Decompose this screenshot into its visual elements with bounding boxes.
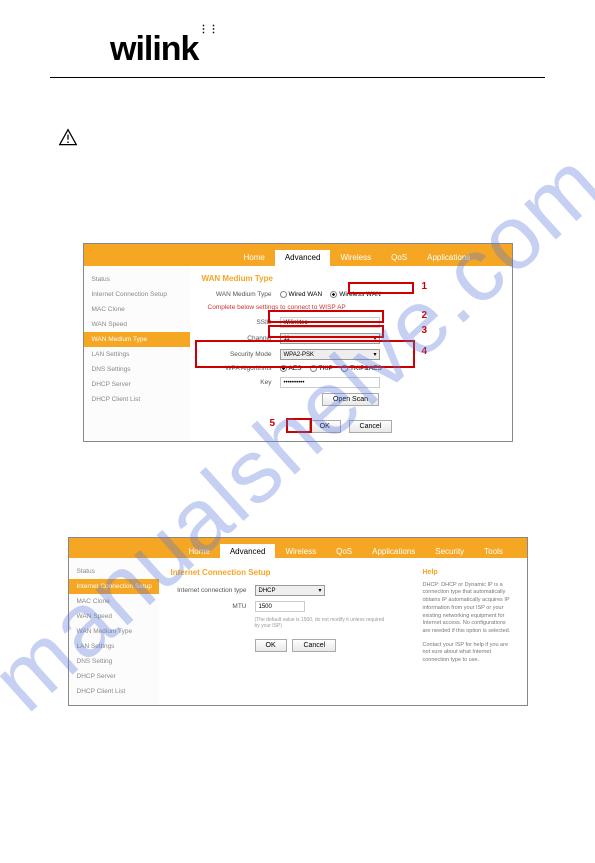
help-title: Help: [423, 568, 515, 578]
sb2-dns[interactable]: DNS Setting: [69, 654, 159, 669]
sidebar-item-lan[interactable]: LAN Settings: [84, 347, 190, 362]
help-panel: Help DHCP: DHCP or Dynamic IP is a conne…: [423, 568, 515, 695]
tab2-advanced[interactable]: Advanced: [220, 544, 276, 558]
label-key: Key: [202, 379, 280, 386]
sb2-ics[interactable]: Internet Connection Setup: [69, 579, 159, 594]
radio-aes-label: AES: [289, 365, 302, 372]
tab-home[interactable]: Home: [234, 250, 275, 266]
tab-wireless[interactable]: Wireless: [330, 250, 381, 266]
input-key[interactable]: ••••••••••: [280, 377, 380, 388]
radio-tkipaes[interactable]: TKIP&AES: [341, 365, 382, 372]
tab2-qos[interactable]: QoS: [326, 544, 362, 558]
select-channel[interactable]: 11: [280, 333, 380, 344]
complete-note: Complete below settings to connect to WI…: [208, 304, 500, 311]
sb2-dhcpclient[interactable]: DHCP Client List: [69, 684, 159, 699]
callout-num-4: 4: [422, 346, 428, 357]
radio-tkipaes-label: TKIP&AES: [350, 365, 382, 372]
tab-advanced[interactable]: Advanced: [275, 250, 331, 266]
label-conn-type: Internet connection type: [171, 587, 255, 594]
cancel-button[interactable]: Cancel: [349, 420, 393, 433]
sb2-dhcpserver[interactable]: DHCP Server: [69, 669, 159, 684]
panel-title: WAN Medium Type: [202, 274, 500, 283]
callout-num-1: 1: [422, 281, 428, 292]
input-mtu[interactable]: 1500: [255, 601, 305, 612]
cancel2-button[interactable]: Cancel: [292, 639, 336, 652]
sidebar: Status Internet Connection Setup MAC Clo…: [84, 266, 190, 441]
input-ssid[interactable]: Wilinktec: [280, 317, 380, 328]
sb2-status[interactable]: Status: [69, 564, 159, 579]
ok-button[interactable]: OK: [309, 420, 341, 433]
sidebar-item-wanmedium[interactable]: WAN Medium Type: [84, 332, 190, 347]
page-header: wilink: [50, 0, 545, 78]
label-wan-medium: WAN Medium Type: [202, 291, 280, 298]
radio-wired[interactable]: Wired WAN: [280, 291, 323, 298]
main-panel: WAN Medium Type WAN Medium Type Wired WA…: [190, 266, 512, 441]
callout-num-5: 5: [270, 418, 276, 429]
sidebar-item-wanspeed[interactable]: WAN Speed: [84, 317, 190, 332]
sidebar-item-status[interactable]: Status: [84, 272, 190, 287]
radio-wireless-label: Wireless WAN: [339, 291, 381, 298]
sb2-lan[interactable]: LAN Settings: [69, 639, 159, 654]
tab2-security[interactable]: Security: [425, 544, 474, 558]
sidebar-item-ics[interactable]: Internet Connection Setup: [84, 287, 190, 302]
sb2-wanspeed[interactable]: WAN Speed: [69, 609, 159, 624]
select-security[interactable]: WPA2-PSK: [280, 349, 380, 360]
select-conn-type[interactable]: DHCP: [255, 585, 325, 596]
label-mtu: MTU: [171, 603, 255, 610]
logo-text: wilink: [110, 30, 485, 69]
screenshot-wan-medium: Home Advanced Wireless QoS Applications …: [83, 243, 513, 442]
tab2-home[interactable]: Home: [179, 544, 220, 558]
label-wpa-alg: WPA Algorithms: [202, 365, 280, 372]
warning-icon: [58, 128, 78, 148]
label-ssid: SSID: [202, 319, 280, 326]
radio-tkip-label: TKIP: [319, 365, 333, 372]
sidebar-item-dhcpclient[interactable]: DHCP Client List: [84, 392, 190, 407]
tab2-applications[interactable]: Applications: [362, 544, 425, 558]
callout-num-3: 3: [422, 325, 428, 336]
form-panel: Internet Connection Setup Internet conne…: [171, 568, 411, 695]
tab2-tools[interactable]: Tools: [474, 544, 513, 558]
sb2-wanmedium[interactable]: WAN Medium Type: [69, 624, 159, 639]
tab-bar-2: Home Advanced Wireless QoS Applications …: [69, 544, 527, 558]
sb2-mac[interactable]: MAC Clone: [69, 594, 159, 609]
sidebar-2: Status Internet Connection Setup MAC Clo…: [69, 558, 159, 705]
panel2-title: Internet Connection Setup: [171, 568, 411, 577]
radio-tkip[interactable]: TKIP: [310, 365, 333, 372]
callout-num-2: 2: [422, 310, 428, 321]
help-body-2: Contact your ISP for help if you are not…: [423, 642, 515, 665]
tab2-wireless[interactable]: Wireless: [275, 544, 326, 558]
label-channel: Channel: [202, 335, 280, 342]
radio-aes[interactable]: AES: [280, 365, 302, 372]
radio-wireless[interactable]: Wireless WAN: [330, 291, 381, 298]
tab-bar: Home Advanced Wireless QoS Applications: [84, 250, 512, 266]
tab-applications[interactable]: Applications: [417, 250, 480, 266]
sidebar-item-dns[interactable]: DNS Settings: [84, 362, 190, 377]
screenshot-internet-setup: Home Advanced Wireless QoS Applications …: [68, 537, 528, 706]
mtu-note: (The default value is 1500, do not modif…: [255, 617, 385, 629]
sidebar-item-mac[interactable]: MAC Clone: [84, 302, 190, 317]
radio-wired-label: Wired WAN: [289, 291, 323, 298]
label-security: Security Mode: [202, 351, 280, 358]
ok2-button[interactable]: OK: [255, 639, 287, 652]
help-body-1: DHCP: DHCP or Dynamic IP is a connection…: [423, 582, 515, 636]
open-scan-button[interactable]: Open Scan: [322, 393, 379, 406]
tab-qos[interactable]: QoS: [381, 250, 417, 266]
sidebar-item-dhcpserver[interactable]: DHCP Server: [84, 377, 190, 392]
